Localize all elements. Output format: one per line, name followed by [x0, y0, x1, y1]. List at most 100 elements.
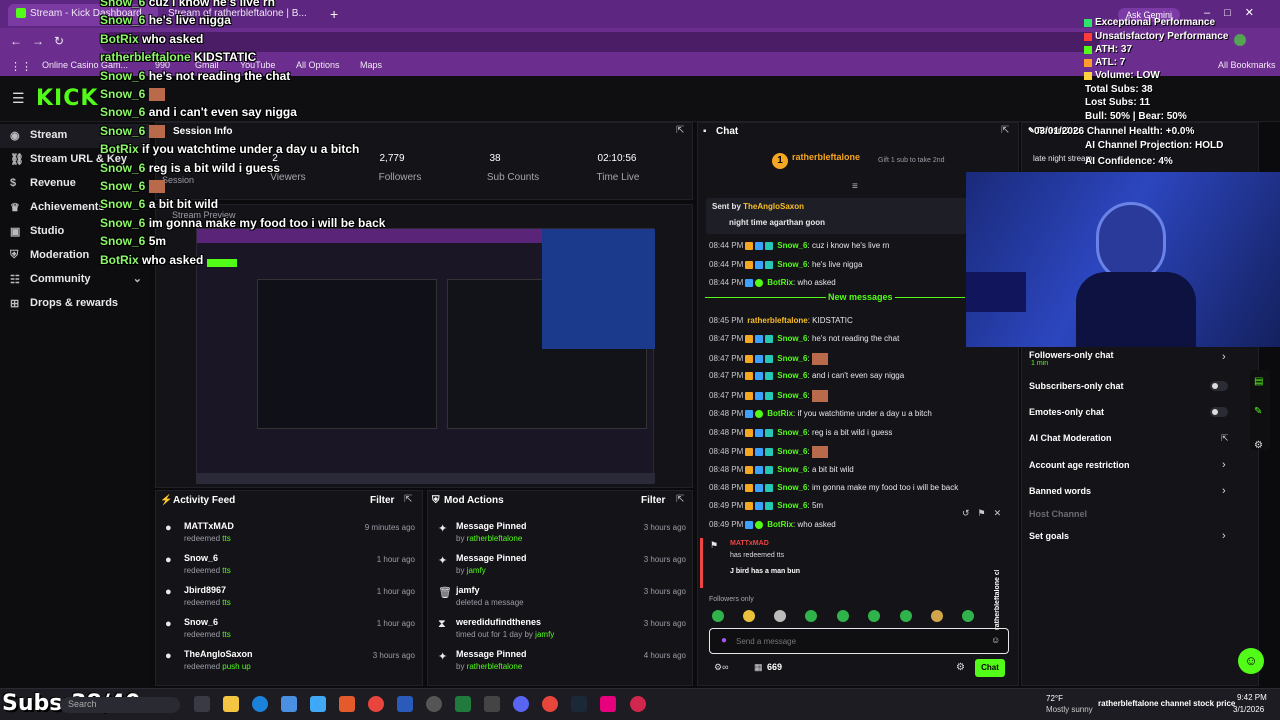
chat-username[interactable]: BotRix — [767, 278, 793, 287]
user-badge-icon — [755, 392, 764, 400]
bookmark-5[interactable]: Maps — [360, 60, 382, 70]
clock-date[interactable]: 3/1/2026 — [1233, 705, 1264, 714]
emote-icon[interactable] — [743, 610, 755, 622]
chrome-icon[interactable] — [368, 696, 384, 712]
apps-grid-icon[interactable]: ⋮⋮ — [10, 60, 32, 73]
emote-icon[interactable] — [868, 610, 880, 622]
kick-logo[interactable]: KICK — [36, 86, 98, 111]
sidebar-item-community[interactable]: ☷ Community ⌄ — [0, 268, 150, 292]
nav-arrows-icon[interactable]: ←→↻ — [10, 34, 74, 48]
chat-username[interactable]: Snow_6 — [777, 465, 807, 474]
account-age-setting[interactable]: Account age restriction — [1029, 460, 1130, 470]
chat-username[interactable]: Snow_6 — [777, 371, 807, 380]
chevron-right-icon[interactable]: › — [1222, 351, 1226, 363]
app-icon[interactable] — [339, 696, 355, 712]
stream-preview-video[interactable] — [196, 228, 655, 484]
weather-desc[interactable]: Mostly sunny — [1046, 705, 1093, 714]
bookmark-4[interactable]: All Options — [296, 60, 340, 70]
activity-name[interactable]: Jbird8967 — [184, 585, 226, 595]
file-explorer-icon[interactable] — [223, 696, 239, 712]
banned-words-setting[interactable]: Banned words — [1029, 486, 1091, 496]
chat-username[interactable]: Snow_6 — [777, 483, 807, 492]
activity-name[interactable]: Snow_6 — [184, 617, 218, 627]
gift-sub-text[interactable]: Gift 1 sub to take 2nd — [878, 157, 945, 164]
settings-gear-icon[interactable]: ⚙∞ — [714, 662, 728, 673]
sidebar-item-drops[interactable]: ⊞ Drops & rewards — [0, 292, 150, 316]
chat-username[interactable]: ratherbleftalone — [747, 316, 807, 325]
popout-icon[interactable]: ⇱ — [404, 494, 412, 505]
tool-icon[interactable]: ⚙ — [1254, 440, 1263, 451]
app-icon[interactable] — [600, 696, 616, 712]
chat-username[interactable]: Snow_6 — [777, 334, 807, 343]
chat-username[interactable]: Snow_6 — [777, 241, 807, 250]
app-icon[interactable] — [630, 696, 646, 712]
profile-avatar[interactable] — [1234, 34, 1246, 46]
chrome-icon[interactable] — [542, 696, 558, 712]
gear-icon[interactable]: ⚙ — [956, 662, 965, 673]
word-icon[interactable] — [397, 696, 413, 712]
chat-username[interactable]: BotRix — [767, 409, 793, 418]
activity-name[interactable]: TheAngloSaxon — [184, 649, 253, 659]
chat-username[interactable]: Snow_6 — [777, 260, 807, 269]
wrench-icon[interactable]: ✎ — [1254, 406, 1262, 417]
chevron-right-icon[interactable]: › — [1222, 485, 1226, 497]
emote-icon[interactable] — [962, 610, 974, 622]
set-goals-setting[interactable]: Set goals — [1029, 531, 1069, 541]
url-field[interactable] — [100, 32, 1100, 52]
chat-username[interactable]: BotRix — [767, 520, 793, 529]
mic-icon[interactable]: ● — [721, 635, 727, 646]
emote-icon[interactable] — [837, 610, 849, 622]
weather-temp[interactable]: 72°F — [1046, 694, 1063, 703]
obs-icon[interactable] — [426, 696, 442, 712]
activity-name[interactable]: Snow_6 — [184, 553, 218, 563]
help-button[interactable]: ☺ — [1238, 648, 1264, 674]
new-tab-icon[interactable]: + — [330, 6, 338, 22]
redeem-user[interactable]: MATTxMAD — [730, 540, 769, 547]
task-view-icon[interactable] — [194, 696, 210, 712]
chat-message-field[interactable] — [736, 632, 986, 650]
chevron-right-icon[interactable]: › — [1222, 530, 1226, 542]
popout-icon[interactable]: ⇱ — [676, 494, 684, 505]
emote-icon[interactable] — [805, 610, 817, 622]
all-bookmarks[interactable]: All Bookmarks — [1218, 60, 1276, 70]
popout-icon[interactable]: ⇱ — [676, 125, 684, 136]
activity-name[interactable]: MATTxMAD — [184, 521, 234, 531]
activity-time: 1 hour ago — [376, 587, 415, 596]
hamburger-menu-icon[interactable]: ☰ — [12, 90, 25, 107]
chat-username[interactable]: Snow_6 — [777, 501, 807, 510]
app-icon[interactable] — [310, 696, 326, 712]
discord-icon[interactable] — [513, 696, 529, 712]
taskbar-search[interactable]: Search — [60, 697, 180, 713]
activity-filter-button[interactable]: Filter — [370, 495, 394, 506]
steam-icon[interactable] — [571, 696, 587, 712]
collapse-pin-icon[interactable]: ≡ — [852, 181, 858, 192]
clock-time[interactable]: 9:42 PM — [1237, 693, 1267, 702]
app-icon[interactable] — [484, 696, 500, 712]
emotes-only-toggle[interactable] — [1210, 407, 1228, 417]
chat-streamer-name[interactable]: ratherbleftalone — [792, 152, 860, 162]
edge-icon[interactable] — [252, 696, 268, 712]
chat-send-button[interactable]: Chat — [975, 659, 1005, 677]
store-icon[interactable] — [281, 696, 297, 712]
mod-filter-button[interactable]: Filter — [641, 495, 665, 506]
emote-icon[interactable] — [931, 610, 943, 622]
external-link-icon[interactable]: ⇱ — [1221, 433, 1229, 444]
tool-icon[interactable]: ▤ — [1254, 376, 1263, 387]
emote-icon[interactable] — [900, 610, 912, 622]
followers-only-chat-setting[interactable]: Followers-only chat — [1029, 350, 1114, 360]
ai-chat-moderation-setting[interactable]: AI Chat Moderation — [1029, 433, 1112, 443]
popout-icon[interactable]: ⇱ — [1001, 125, 1009, 136]
chat-username[interactable]: Snow_6 — [777, 428, 807, 437]
chat-username[interactable]: Snow_6 — [777, 391, 807, 400]
emote-icon[interactable] — [712, 610, 724, 622]
emote-icon[interactable] — [774, 610, 786, 622]
subscribers-only-toggle[interactable] — [1210, 381, 1228, 391]
chat-username[interactable]: Snow_6 — [777, 354, 807, 363]
chevron-right-icon[interactable]: › — [1222, 459, 1226, 471]
chat-username[interactable]: Snow_6 — [777, 447, 807, 456]
message-actions-icon[interactable]: ↺⚑✕ — [962, 508, 1009, 519]
emoji-icon[interactable]: ☺ — [991, 635, 1000, 645]
xbox-icon[interactable] — [455, 696, 471, 712]
link-icon: ⛓ — [10, 154, 24, 166]
redeem-message: J bird has a man bun — [730, 568, 801, 575]
